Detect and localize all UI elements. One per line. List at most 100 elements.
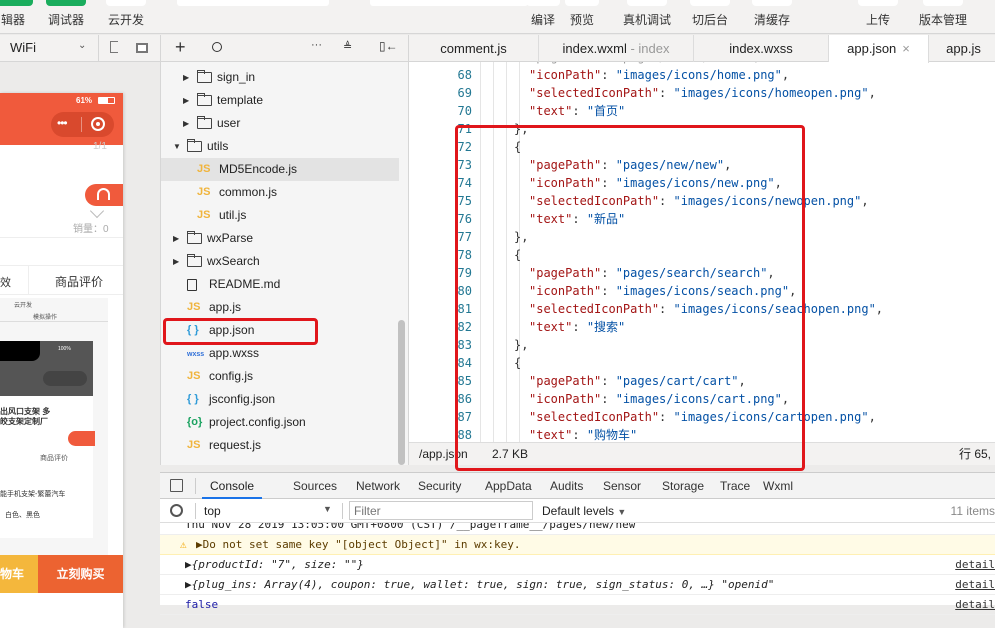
devtools-tab-network[interactable]: Network (356, 473, 400, 499)
console-message[interactable]: ▶{productId: "7", size: ""} (185, 555, 364, 574)
code-text: "text": "新品" (529, 212, 626, 226)
devtools-tab-console[interactable]: Console (202, 473, 263, 499)
mode-select[interactable] (177, 0, 329, 6)
heart-icon[interactable] (89, 203, 105, 219)
preview-button[interactable]: 预览 (565, 0, 599, 34)
background-button[interactable]: 切后台 (688, 0, 732, 34)
network-select[interactable]: WiFi (10, 40, 36, 55)
detail-link[interactable]: detail (955, 555, 995, 574)
tab-label: app.js (946, 41, 981, 56)
clear-cache-button[interactable]: 清缓存 (750, 0, 794, 34)
console-line: ▶{plug_ins: Array(4), coupon: true, wall… (160, 575, 995, 595)
code-text: "text": "首页" (529, 104, 626, 118)
clear-console-icon[interactable] (170, 504, 183, 517)
folder-icon (197, 93, 212, 106)
tree-item-readme-md[interactable]: README.md (161, 273, 399, 296)
window-icon[interactable] (136, 43, 148, 53)
add-icon[interactable]: + (175, 37, 186, 58)
file-name: wxParse (207, 231, 254, 245)
tab-index-wxml[interactable]: index.wxml - index (539, 35, 694, 62)
tree-item-config-js[interactable]: JS config.js (161, 365, 399, 388)
filter-input[interactable] (349, 501, 533, 520)
compile-mode-select[interactable] (370, 0, 528, 6)
mute-icon[interactable] (110, 41, 118, 53)
compile-icon (526, 0, 560, 6)
tab-comment-js[interactable]: comment.js (409, 35, 539, 62)
devtools-tab-security[interactable]: Security (418, 473, 461, 499)
detail-link[interactable]: detail (955, 595, 995, 614)
chevron-right-icon[interactable]: ▶ (173, 227, 179, 250)
code-area[interactable]: "pagePath": "pages/index/index", 68"icon… (409, 62, 995, 442)
debugger-toggle-button[interactable]: 调试器 (44, 0, 88, 34)
line-number: 76 (457, 212, 472, 226)
line-number: 81 (457, 302, 472, 316)
devtools-tab-storage[interactable]: Storage (662, 473, 704, 499)
dock-left-icon[interactable]: ▯← (379, 39, 398, 53)
tree-item-utils[interactable]: ▼ utils (161, 135, 399, 158)
device-debug-button[interactable]: 真机调试 (620, 0, 674, 34)
devtools-tab-trace[interactable]: Trace (720, 473, 750, 499)
chevron-right-icon[interactable]: ▶ (183, 89, 189, 112)
nested-tab: 商品评价 (40, 455, 68, 462)
code-line: 74 "iconPath": "images/icons/new.png", (409, 174, 995, 192)
tree-item-util-js[interactable]: JS util.js (161, 204, 399, 227)
capsule-menu[interactable]: ••• (51, 112, 114, 137)
tree-item-project-config-json[interactable]: {o} project.config.json (161, 411, 399, 434)
editor-icon (0, 0, 33, 6)
tree-item-app-wxss[interactable]: wxss app.wxss (161, 342, 399, 365)
tree-item-common-js[interactable]: JS common.js (161, 181, 399, 204)
more-icon[interactable]: ··· (311, 39, 322, 51)
devtools-tab-appdata[interactable]: AppData (485, 473, 532, 499)
tree-item-template[interactable]: ▶ template (161, 89, 399, 112)
code-line: 80 "iconPath": "images/icons/seach.png", (409, 282, 995, 300)
compile-button[interactable]: 编译 (526, 0, 560, 34)
devtools-tab-sensor[interactable]: Sensor (603, 473, 641, 499)
context-select[interactable]: top (204, 504, 221, 518)
add-to-cart-button[interactable]: 物车 (0, 555, 38, 593)
levels-select[interactable]: Default levels ▼ (542, 504, 626, 518)
search-icon[interactable] (212, 42, 222, 52)
tab-app-js[interactable]: app.js (929, 35, 995, 62)
tree-item-sign-in[interactable]: ▶ sign_in (161, 66, 399, 89)
devtools-tab-sources[interactable]: Sources (293, 473, 337, 499)
code-line: 69 "selectedIconPath": "images/icons/home… (409, 84, 995, 102)
upload-button[interactable]: 上传 (858, 0, 898, 34)
editor-toggle-button[interactable]: 辑器 (0, 0, 36, 34)
console-message[interactable]: ▶{plug_ins: Array(4), coupon: true, wall… (185, 575, 774, 594)
chevron-down-icon[interactable]: ▼ (173, 135, 181, 158)
close-icon[interactable]: × (902, 41, 910, 56)
close-app-icon[interactable] (91, 117, 105, 131)
divider (0, 237, 123, 238)
tree-item-app-json[interactable]: { } app.json (161, 319, 399, 342)
customer-service-button[interactable] (85, 184, 123, 206)
cursor-position[interactable]: 行 65, (959, 443, 991, 466)
explorer-scrollbar[interactable] (398, 320, 405, 465)
tree-item-request-js[interactable]: JS request.js (161, 434, 399, 457)
tree-item-app-js[interactable]: JS app.js (161, 296, 399, 319)
chevron-right-icon[interactable]: ▶ (173, 250, 179, 273)
line-number: 74 (457, 176, 472, 190)
tree-item-user[interactable]: ▶ user (161, 112, 399, 135)
detail-link[interactable]: detail (955, 575, 995, 594)
tab-app-json[interactable]: app.json × (829, 35, 929, 63)
devtools-tab-wxml[interactable]: Wxml (763, 473, 793, 499)
buy-now-button[interactable]: 立刻购买 (38, 555, 123, 593)
chevron-down-icon[interactable]: ⌄ (78, 40, 86, 51)
devtools-tab-audits[interactable]: Audits (550, 473, 583, 499)
collapse-icon[interactable]: ≜ (343, 40, 352, 53)
tree-item-md5encode-js[interactable]: JS MD5Encode.js (161, 158, 399, 181)
tab-index-wxss[interactable]: index.wxss (694, 35, 829, 62)
version-button[interactable]: 版本管理 (916, 0, 970, 34)
tab-detail-fragment[interactable]: 效 (0, 274, 11, 290)
cloud-dev-button[interactable]: 云开发 (104, 0, 148, 34)
code-text: "iconPath": "images/icons/home.png", (529, 68, 790, 82)
tree-item-wxparse[interactable]: ▶ wxParse (161, 227, 399, 250)
chevron-right-icon[interactable]: ▶ (183, 66, 189, 89)
tab-review[interactable]: 商品评价 (55, 273, 103, 290)
inspect-icon[interactable] (170, 479, 183, 492)
chevron-right-icon[interactable]: ▶ (183, 112, 189, 135)
code-line: 73 "pagePath": "pages/new/new", (409, 156, 995, 174)
tree-item-jsconfig-json[interactable]: { } jsconfig.json (161, 388, 399, 411)
tree-item-wxsearch[interactable]: ▶ wxSearch (161, 250, 399, 273)
more-icon[interactable]: ••• (57, 116, 68, 130)
